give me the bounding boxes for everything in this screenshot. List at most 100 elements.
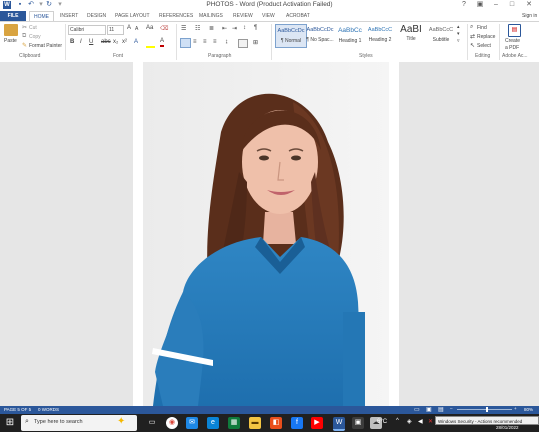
help-button[interactable]: ? [458,0,470,10]
zoom-in-icon[interactable]: + [514,406,517,411]
align-left-icon[interactable] [180,38,191,48]
grow-font-icon[interactable]: A [127,25,131,31]
page-count[interactable]: PAGE 5 OF 5 [4,407,31,412]
multilevel-list-icon[interactable]: ≣ [209,25,214,32]
borders-icon[interactable]: ⊞ [253,39,258,46]
clock-date[interactable]: 28/01/2022 [496,425,519,430]
volume-icon[interactable]: ◀ [418,418,426,426]
tab-review[interactable]: REVIEW [233,12,253,20]
tray-arrow-icon[interactable]: ^ [396,418,404,426]
network-icon[interactable]: ◈ [407,418,415,426]
justify-icon[interactable]: ≡ [213,39,217,45]
file-explorer-icon[interactable]: ▬ [249,417,261,429]
web-layout-icon[interactable]: ▤ [438,406,444,413]
style-title[interactable]: AaBI Title [396,24,426,46]
zoom-slider[interactable] [457,409,512,410]
tab-file[interactable]: FILE [0,11,26,21]
paste-icon[interactable] [4,24,18,36]
line-spacing-icon[interactable]: ↨ [225,39,228,45]
store-icon[interactable]: ▦ [228,417,240,429]
zoom-level[interactable]: 80% [524,407,533,412]
sign-in-link[interactable]: Sign in [522,12,537,20]
copy-button[interactable]: Copy [29,34,41,40]
tab-references[interactable]: REFERENCES [159,12,193,20]
tab-mailings[interactable]: MAILINGS [199,12,223,20]
align-right-icon[interactable]: ≡ [203,39,207,45]
replace-button[interactable]: Replace [477,34,495,40]
style-heading-1[interactable]: AaBbCc Heading 1 [335,24,365,46]
text-effects-icon[interactable]: A [134,39,138,45]
increase-indent-icon[interactable]: ⇥ [232,25,237,32]
replace-icon[interactable]: ⇄ [470,33,475,40]
mail-icon[interactable]: ✉ [186,417,198,429]
copy-icon[interactable]: ⧉ [22,33,26,40]
create-pdf-button[interactable]: Create [505,38,520,44]
align-center-icon[interactable]: ≡ [193,39,197,45]
format-painter-icon[interactable]: ✎ [22,42,27,49]
zoom-slider-handle[interactable] [486,407,488,412]
create-pdf-icon[interactable]: ▤ [508,24,521,37]
tab-view[interactable]: VIEW [262,12,275,20]
styles-more-icon[interactable]: ▿ [457,38,460,44]
shrink-font-icon[interactable]: A [135,26,138,32]
word-taskbar-icon[interactable]: W [333,417,345,431]
font-size-select[interactable]: 11 [107,25,124,35]
maximize-icon[interactable]: □ [506,0,518,10]
windows-start-icon[interactable]: ⊞ [4,417,16,429]
app-icon[interactable]: ▣ [352,417,364,429]
taskbar-search-box[interactable]: ⌕ Type here to search ✦ [21,415,137,431]
chrome-icon[interactable]: ◉ [166,417,178,429]
sort-icon[interactable]: ↕ [243,25,246,31]
change-case-icon[interactable]: Aa [146,25,153,31]
cut-icon[interactable]: ✂ [22,24,27,31]
facebook-icon[interactable]: f [291,417,303,429]
select-icon[interactable]: ↖ [470,42,475,49]
tab-design[interactable]: DESIGN [87,12,106,20]
subscript-icon[interactable]: x₂ [113,39,118,45]
font-color-icon[interactable]: A [160,38,165,47]
highlight-icon[interactable] [146,39,155,48]
edge-icon[interactable]: e [207,417,219,429]
tab-acrobat[interactable]: ACROBAT [286,12,310,20]
format-painter-button[interactable]: Format Painter [29,43,62,49]
youtube-icon[interactable]: ▶ [311,417,323,429]
clear-formatting-icon[interactable]: ⌫ [160,25,168,32]
style-heading-2[interactable]: AaBbCcC Heading 2 [365,24,395,46]
portrait-photo[interactable] [143,62,389,406]
cut-button[interactable]: Cut [29,25,37,31]
shading-icon[interactable] [238,39,248,48]
style-subtitle[interactable]: AaBbCcC Subtitle [426,24,456,46]
task-view-icon[interactable]: ▭ [146,417,158,429]
paste-button[interactable]: Paste [4,38,17,44]
zoom-out-icon[interactable]: – [450,406,453,411]
find-button[interactable]: Find [477,25,487,31]
create-pdf-button-line2[interactable]: a PDF [505,45,519,51]
styles-scroll-up-icon[interactable]: ▴ [457,24,460,30]
find-icon[interactable]: ⌕ [470,24,473,31]
numbering-icon[interactable]: ☷ [195,25,200,32]
office-icon[interactable]: ◧ [270,417,282,429]
tab-insert[interactable]: INSERT [60,12,78,20]
strikethrough-icon[interactable]: abc [101,39,111,45]
style-normal[interactable]: AaBbCcDc ¶ Normal [275,24,307,48]
close-icon[interactable]: ✕ [523,0,535,10]
style-no-spacing[interactable]: AaBbCcDc ¶ No Spac... [305,24,335,46]
word-count[interactable]: 0 WORDS [38,407,59,412]
italic-icon[interactable]: I [80,39,82,45]
ribbon-display-icon[interactable]: ▣ [474,0,486,10]
bold-icon[interactable]: B [70,39,74,45]
decrease-indent-icon[interactable]: ⇤ [222,25,227,32]
font-name-select[interactable]: Calibri [68,25,106,35]
print-layout-icon[interactable]: ▣ [426,406,432,413]
styles-scroll-down-icon[interactable]: ▾ [457,31,460,37]
select-button[interactable]: Select [477,43,491,49]
underline-icon[interactable]: U [89,39,93,45]
security-notification[interactable]: Windows Security - Actions recommended [435,416,539,425]
weather-temp[interactable]: 6°C [377,419,387,425]
bullets-icon[interactable]: ☰ [181,25,186,32]
show-marks-icon[interactable]: ¶ [254,25,257,31]
read-mode-icon[interactable]: ▭ [414,406,420,413]
minimize-icon[interactable]: – [490,0,502,10]
tab-page-layout[interactable]: PAGE LAYOUT [115,12,150,20]
superscript-icon[interactable]: x² [122,39,127,45]
